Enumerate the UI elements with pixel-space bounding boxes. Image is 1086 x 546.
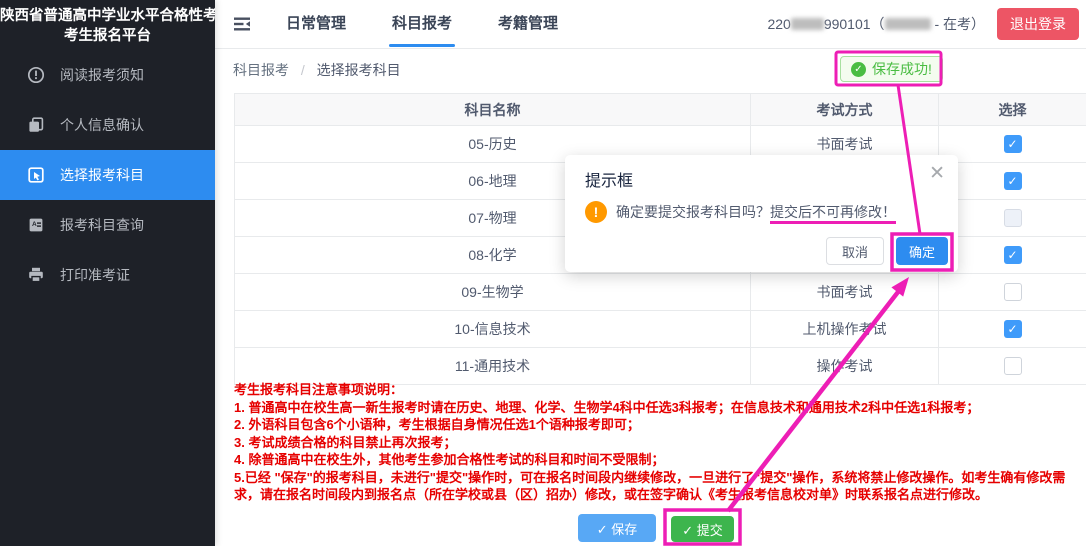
sidebar-item-0[interactable]: 阅读报考须知 bbox=[0, 50, 215, 100]
dialog-message: 确定要提交报考科目吗？提交后不可再修改！ bbox=[616, 202, 896, 222]
close-icon[interactable]: ✕ bbox=[929, 164, 945, 183]
sidebar-item-2[interactable]: 选择报考科目 bbox=[0, 150, 215, 200]
select-cursor-icon bbox=[27, 166, 45, 184]
sidebar-item-1[interactable]: 个人信息确认 bbox=[0, 100, 215, 150]
table-row: 11-通用技术操作考试 bbox=[235, 348, 1086, 385]
note-line: 2. 外语科目包含6个小语种，考生根据自身情况任选1个语种报考即可； bbox=[234, 416, 1084, 434]
svg-text:A: A bbox=[32, 221, 37, 228]
user-info: 220990101（ - 在考） 退出登录 bbox=[767, 8, 1086, 40]
logout-button[interactable]: 退出登录 bbox=[997, 8, 1079, 40]
annotated-emphasis-text: 提交后不可再修改！ bbox=[770, 204, 896, 224]
exam-notes: 考生报考科目注意事项说明： 1. 普通高中在校生高一新生报考时请在历史、地理、化… bbox=[234, 381, 1084, 504]
select-cell bbox=[939, 200, 1086, 237]
save-success-toast: ✓ 保存成功! bbox=[840, 56, 943, 82]
info-circle-icon bbox=[27, 66, 45, 84]
toast-text: 保存成功! bbox=[872, 59, 932, 79]
printer-icon bbox=[27, 266, 45, 284]
column-select: 选择 bbox=[939, 94, 1086, 126]
dialog-title: 提示框 bbox=[585, 167, 633, 191]
app-title-line2: 考生报名平台 bbox=[0, 26, 215, 46]
breadcrumb-current: 选择报考科目 bbox=[317, 62, 401, 78]
tab-2[interactable]: 考籍管理 bbox=[475, 0, 581, 49]
confirm-button[interactable]: 确定 bbox=[896, 237, 948, 265]
table-row: 10-信息技术上机操作考试 ✓ bbox=[235, 311, 1086, 348]
sidebar-item-label: 阅读报考须知 bbox=[60, 65, 144, 85]
check-circle-icon: ✓ bbox=[851, 62, 866, 77]
note-line: 4. 除普通高中在校生外，其他考生参加合格性考试的科目和时间不受限制； bbox=[234, 451, 1084, 469]
exam-registration-app: 陕西省普通高中学业水平合格性考试 考生报名平台 阅读报考须知个人信息确认选择报考… bbox=[0, 0, 1086, 546]
warning-icon: ! bbox=[585, 201, 607, 223]
app-title-line1: 陕西省普通高中学业水平合格性考试 bbox=[0, 6, 215, 26]
select-cell: ✓ bbox=[939, 163, 1086, 200]
sidebar-menu: 阅读报考须知个人信息确认选择报考科目 A 报考科目查询打印准考证 bbox=[0, 50, 215, 300]
method-cell: 书面考试 bbox=[751, 274, 939, 311]
app-title: 陕西省普通高中学业水平合格性考试 考生报名平台 bbox=[0, 0, 215, 46]
dialog-footer: 取消 确定 bbox=[826, 237, 948, 265]
subject-checkbox[interactable]: ✓ bbox=[1004, 320, 1022, 338]
document-icon: A bbox=[27, 216, 45, 234]
column-exam-method: 考试方式 bbox=[751, 94, 939, 126]
redacted-id-block bbox=[791, 18, 824, 30]
copy-icon bbox=[27, 116, 45, 134]
dialog-body: ! 确定要提交报考科目吗？提交后不可再修改！ bbox=[585, 201, 896, 223]
subject-checkbox[interactable] bbox=[1004, 357, 1022, 375]
subject-checkbox[interactable]: ✓ bbox=[1004, 135, 1022, 153]
note-line: 3. 考试成绩合格的科目禁止再次报考； bbox=[234, 434, 1084, 452]
method-cell: 上机操作考试 bbox=[751, 311, 939, 348]
sidebar-item-label: 报考科目查询 bbox=[60, 215, 144, 235]
sidebar-item-4[interactable]: 打印准考证 bbox=[0, 250, 215, 300]
table-header-row: 科目名称 考试方式 选择 bbox=[235, 94, 1086, 126]
method-cell: 操作考试 bbox=[751, 348, 939, 385]
redacted-name-block bbox=[885, 18, 931, 30]
subject-cell: 11-通用技术 bbox=[235, 348, 751, 385]
sidebar-item-3[interactable]: A 报考科目查询 bbox=[0, 200, 215, 250]
cancel-button[interactable]: 取消 bbox=[826, 237, 884, 265]
menu-fold-icon[interactable] bbox=[231, 13, 253, 35]
submit-button[interactable]: ✓ 提交 bbox=[671, 516, 734, 542]
tab-1[interactable]: 科目报考 bbox=[369, 0, 475, 49]
user-id-text: 220990101（ - 在考） bbox=[767, 14, 985, 34]
breadcrumb-parent[interactable]: 科目报考 bbox=[233, 62, 289, 78]
top-tabs: 日常管理科目报考考籍管理 bbox=[263, 0, 581, 49]
subject-checkbox[interactable]: ✓ bbox=[1004, 172, 1022, 190]
column-subject-name: 科目名称 bbox=[235, 94, 751, 126]
sidebar-item-label: 个人信息确认 bbox=[60, 115, 144, 135]
note-line: 1. 普通高中在校生高一新生报考时请在历史、地理、化学、生物学4科中任选3科报考… bbox=[234, 399, 1084, 417]
sidebar-item-label: 选择报考科目 bbox=[60, 165, 144, 185]
select-cell: ✓ bbox=[939, 237, 1086, 274]
select-cell bbox=[939, 274, 1086, 311]
select-cell: ✓ bbox=[939, 126, 1086, 163]
breadcrumb: 科目报考 / 选择报考科目 bbox=[233, 60, 401, 80]
confirm-dialog: 提示框 ✕ ! 确定要提交报考科目吗？提交后不可再修改！ 取消 确定 bbox=[565, 155, 958, 272]
note-line: 5.已经 "保存"的报考科目，未进行"提交"操作时，可在报名时间段内继续修改，一… bbox=[234, 469, 1084, 504]
table-row: 09-生物学书面考试 bbox=[235, 274, 1086, 311]
save-button[interactable]: ✓ 保存 bbox=[578, 514, 656, 542]
sidebar: 陕西省普通高中学业水平合格性考试 考生报名平台 阅读报考须知个人信息确认选择报考… bbox=[0, 0, 215, 546]
subject-cell: 10-信息技术 bbox=[235, 311, 751, 348]
subject-cell: 09-生物学 bbox=[235, 274, 751, 311]
breadcrumb-separator: / bbox=[301, 62, 305, 78]
notes-title: 考生报考科目注意事项说明： bbox=[234, 381, 1084, 399]
select-cell bbox=[939, 348, 1086, 385]
tab-0[interactable]: 日常管理 bbox=[263, 0, 369, 49]
subject-checkbox[interactable] bbox=[1004, 283, 1022, 301]
sidebar-item-label: 打印准考证 bbox=[60, 265, 130, 285]
subject-checkbox[interactable] bbox=[1004, 209, 1022, 227]
select-cell: ✓ bbox=[939, 311, 1086, 348]
top-navbar: 日常管理科目报考考籍管理 220990101（ - 在考） 退出登录 bbox=[215, 0, 1086, 49]
subject-checkbox[interactable]: ✓ bbox=[1004, 246, 1022, 264]
